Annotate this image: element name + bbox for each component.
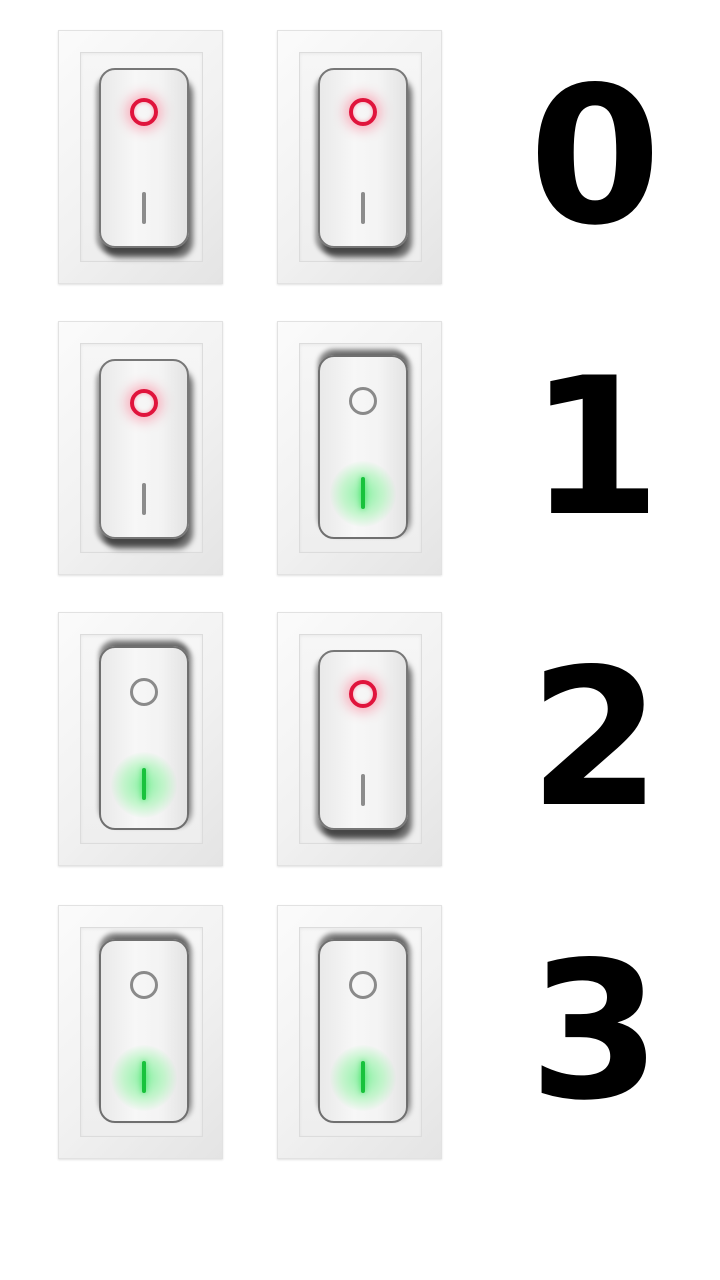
off-circle-icon (130, 98, 158, 126)
rocker-switch[interactable] (58, 321, 223, 575)
rocker-paddle (99, 359, 189, 539)
row-2: 2 (0, 612, 720, 868)
rocker-paddle (99, 939, 189, 1123)
on-line-icon (142, 483, 146, 515)
on-line-icon (142, 192, 146, 224)
rocker-switch[interactable] (58, 612, 223, 866)
off-circle-icon (349, 387, 377, 415)
rocker-paddle (99, 646, 189, 830)
rocker-switch[interactable] (277, 612, 442, 866)
on-line-icon (361, 774, 365, 806)
on-line-icon (142, 768, 146, 800)
rocker-paddle (99, 68, 189, 248)
rocker-paddle (318, 650, 408, 830)
row-0: 0 (0, 30, 720, 286)
rocker-paddle (318, 355, 408, 539)
rocker-switch[interactable] (58, 30, 223, 284)
off-circle-icon (349, 98, 377, 126)
on-line-icon (142, 1061, 146, 1093)
count-label: 0 (528, 46, 662, 267)
off-circle-icon (130, 971, 158, 999)
count-label: 3 (528, 921, 662, 1142)
rocker-switch[interactable] (277, 905, 442, 1159)
off-circle-icon (130, 389, 158, 417)
row-3: 3 (0, 905, 720, 1161)
rocker-switch[interactable] (277, 30, 442, 284)
count-label: 2 (528, 628, 662, 849)
rocker-switch[interactable] (277, 321, 442, 575)
row-1: 1 (0, 321, 720, 577)
rocker-switch[interactable] (58, 905, 223, 1159)
rocker-paddle (318, 939, 408, 1123)
count-label: 1 (528, 337, 662, 558)
off-circle-icon (349, 971, 377, 999)
off-circle-icon (130, 678, 158, 706)
on-line-icon (361, 1061, 365, 1093)
rocker-paddle (318, 68, 408, 248)
on-line-icon (361, 192, 365, 224)
off-circle-icon (349, 680, 377, 708)
on-line-icon (361, 477, 365, 509)
